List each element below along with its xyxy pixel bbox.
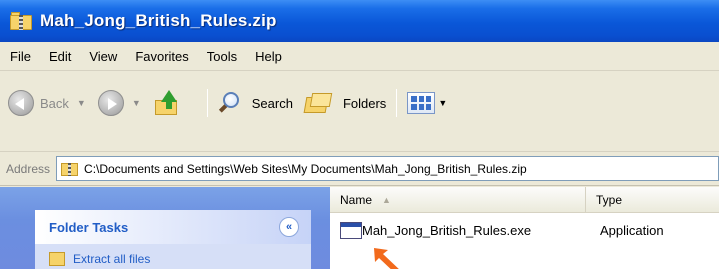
column-type-label: Type [596,192,623,207]
back-button-label[interactable]: Back [40,96,69,111]
menu-favorites[interactable]: Favorites [126,49,197,64]
menu-edit[interactable]: Edit [40,49,80,64]
sort-ascending-icon: ▲ [382,194,391,205]
application-icon [340,221,362,239]
pointer-arrow-icon [374,248,399,269]
menu-file[interactable]: File [6,49,40,64]
address-path[interactable]: C:\Documents and Settings\Web Sites\My D… [84,162,527,176]
search-icon[interactable] [218,91,242,115]
address-field[interactable]: C:\Documents and Settings\Web Sites\My D… [56,156,719,181]
toolbar-separator [206,89,208,117]
search-button[interactable]: Search [252,96,293,111]
window-title: Mah_Jong_British_Rules.zip [40,11,277,30]
menu-help[interactable]: Help [246,49,291,64]
extract-all-files-link[interactable]: Extract all files [73,252,150,266]
address-label: Address [6,161,51,176]
column-name-label: Name [340,192,373,207]
forward-dropdown-icon[interactable]: ▼ [132,98,141,108]
zip-folder-icon [61,161,79,176]
toolbar-separator [396,89,398,117]
column-header-type[interactable]: Type [586,187,719,212]
zip-folder-icon [10,12,32,30]
folder-tasks-title[interactable]: Folder Tasks [49,220,128,235]
folder-tasks-header[interactable]: Folder Tasks « [35,210,311,244]
folder-task-item[interactable]: Extract all files [35,244,311,269]
folders-button[interactable]: Folders [343,96,386,111]
column-headers: Name ▲ Type [330,187,719,213]
column-header-name[interactable]: Name ▲ [330,187,586,212]
address-bar: Address C:\Documents and Settings\Web Si… [0,152,719,186]
menu-bar: File Edit View Favorites Tools Help [0,42,719,71]
menu-tools[interactable]: Tools [198,49,246,64]
folders-icon[interactable] [303,91,333,115]
title-bar[interactable]: Mah_Jong_British_Rules.zip [0,0,719,42]
folder-tasks-panel: Folder Tasks « Extract all files [35,210,311,269]
up-folder-icon[interactable] [153,90,179,116]
collapse-chevron-icon[interactable]: « [279,217,299,237]
extract-folder-icon [49,252,65,266]
file-type: Application [600,222,664,238]
file-name[interactable]: Mah_Jong_British_Rules.exe [362,223,586,238]
task-pane: Folder Tasks « Extract all files [0,187,330,269]
views-dropdown-icon[interactable]: ▼ [438,98,447,108]
back-dropdown-icon[interactable]: ▼ [77,98,86,108]
menu-view[interactable]: View [80,49,126,64]
views-icon[interactable] [407,92,436,114]
back-arrow-icon[interactable] [8,90,34,116]
toolbar: Back ▼ ▼ Search Folders ▼ [0,72,719,152]
forward-arrow-icon[interactable] [97,90,124,116]
file-row[interactable]: Mah_Jong_British_Rules.exe Application [330,219,719,241]
